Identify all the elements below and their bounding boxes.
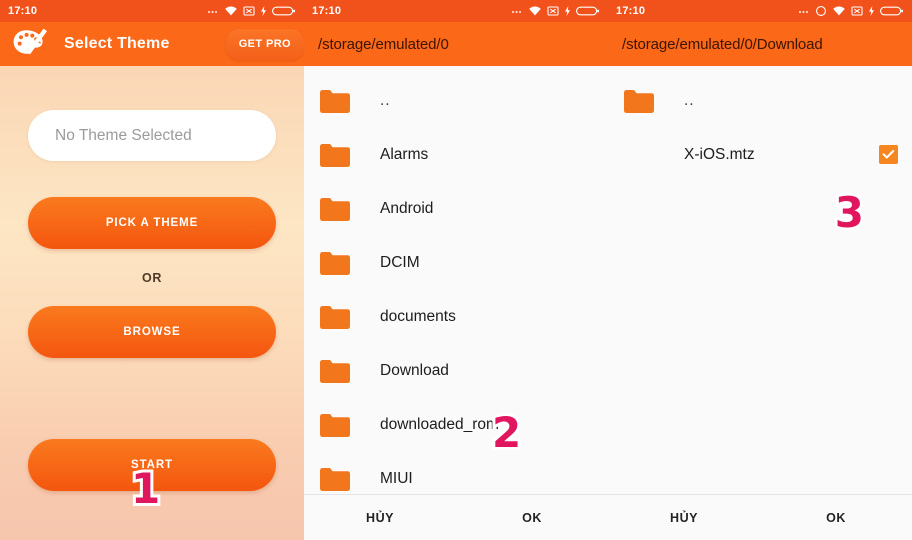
or-label: OR: [142, 271, 162, 285]
path-title-bar-mid: /storage/emulated/0: [304, 22, 608, 66]
status-clock: 17:10: [312, 5, 342, 17]
entry-name: X-iOS.mtz: [684, 146, 755, 163]
annotation-badge-3: 3: [832, 188, 867, 237]
current-path: /storage/emulated/0: [318, 35, 449, 53]
list-item[interactable]: X-iOS.mtz: [608, 128, 912, 182]
theme-app-body: No Theme Selected PICK A THEME OR BROWSE…: [0, 110, 304, 540]
list-item[interactable]: Download: [304, 344, 608, 398]
folder-icon: [318, 304, 352, 331]
wifi-icon: [528, 5, 542, 17]
dialog-buttons-right: HỦY OK: [608, 494, 912, 540]
cancel-button[interactable]: HỦY: [608, 510, 760, 526]
charging-bolt-icon: [564, 5, 571, 17]
selected-theme-text: No Theme Selected: [55, 126, 192, 144]
cancel-button[interactable]: HỦY: [304, 510, 456, 526]
entry-name: documents: [380, 308, 456, 325]
folder-icon: [318, 250, 352, 277]
app-title: Select Theme: [64, 35, 170, 52]
current-path: /storage/emulated/0/Download: [622, 35, 823, 53]
panel-theme-app: 17:10 Select Theme GET PRO No Theme Sele…: [0, 0, 304, 540]
list-item[interactable]: Alarms: [304, 128, 608, 182]
charging-bolt-icon: [260, 5, 267, 17]
entry-name: ..: [380, 92, 391, 109]
charging-bolt-icon: [868, 5, 875, 17]
list-item[interactable]: MIUI: [304, 452, 608, 494]
dialog-buttons-mid: HỦY OK: [304, 494, 608, 540]
battery-icon: [272, 5, 296, 17]
status-bar-mid: 17:10: [304, 0, 608, 22]
folder-icon: [318, 142, 352, 169]
folder-icon: [318, 196, 352, 223]
no-sim-icon: [851, 5, 863, 17]
folder-icon: [318, 358, 352, 385]
entry-name: MIUI: [380, 470, 413, 487]
entry-name: Android: [380, 200, 434, 217]
wifi-icon: [224, 5, 238, 17]
list-item[interactable]: Android: [304, 182, 608, 236]
more-dots-icon: [207, 5, 219, 17]
alarm-circle-icon: [815, 5, 827, 17]
list-item[interactable]: ..: [304, 74, 608, 128]
battery-icon: [880, 5, 904, 17]
list-item[interactable]: ..: [608, 74, 912, 128]
status-clock: 17:10: [616, 5, 646, 17]
more-dots-icon: [798, 5, 810, 17]
status-icon-group: [511, 5, 600, 17]
status-clock: 17:10: [8, 5, 38, 17]
three-panel-screenshot: 17:10 Select Theme GET PRO No Theme Sele…: [0, 0, 912, 540]
list-item[interactable]: DCIM: [304, 236, 608, 290]
entry-name: Download: [380, 362, 449, 379]
get-pro-button[interactable]: GET PRO: [225, 29, 304, 60]
entry-name: Alarms: [380, 146, 429, 163]
entry-name: DCIM: [380, 254, 420, 271]
no-sim-icon: [243, 5, 255, 17]
file-list-right[interactable]: .. X-iOS.mtz 3: [608, 66, 912, 494]
ok-button[interactable]: OK: [760, 510, 912, 526]
ok-button[interactable]: OK: [456, 510, 608, 526]
no-sim-icon: [547, 5, 559, 17]
entry-checkbox[interactable]: [879, 145, 898, 164]
palette-icon: [12, 27, 50, 61]
status-bar-right: 17:10: [608, 0, 912, 22]
folder-icon: [318, 466, 352, 493]
panel-file-browser-root: 17:10 /storage/emulated/0 .. Alarms Andr…: [304, 0, 608, 540]
status-bar-left: 17:10: [0, 0, 304, 22]
entry-name: downloaded_rom: [380, 416, 499, 433]
selected-theme-field[interactable]: No Theme Selected: [28, 110, 276, 161]
folder-icon: [622, 88, 656, 115]
start-button[interactable]: START: [28, 439, 276, 491]
entry-name: ..: [684, 92, 695, 109]
app-bar: Select Theme GET PRO: [0, 22, 304, 66]
more-dots-icon: [511, 5, 523, 17]
folder-icon: [318, 88, 352, 115]
file-list-mid[interactable]: .. Alarms Android DCIM documents Downloa…: [304, 66, 608, 494]
list-item[interactable]: downloaded_rom: [304, 398, 608, 452]
pick-a-theme-button[interactable]: PICK A THEME: [28, 197, 276, 249]
status-icon-group: [207, 5, 296, 17]
path-title-bar-right: /storage/emulated/0/Download: [608, 22, 912, 66]
status-icon-group: [798, 5, 904, 17]
folder-icon: [318, 412, 352, 439]
browse-button[interactable]: BROWSE: [28, 306, 276, 358]
battery-icon: [576, 5, 600, 17]
panel-file-browser-download: 17:10 /storage/emulated/0/Download .. X-…: [608, 0, 912, 540]
list-item[interactable]: documents: [304, 290, 608, 344]
wifi-icon: [832, 5, 846, 17]
